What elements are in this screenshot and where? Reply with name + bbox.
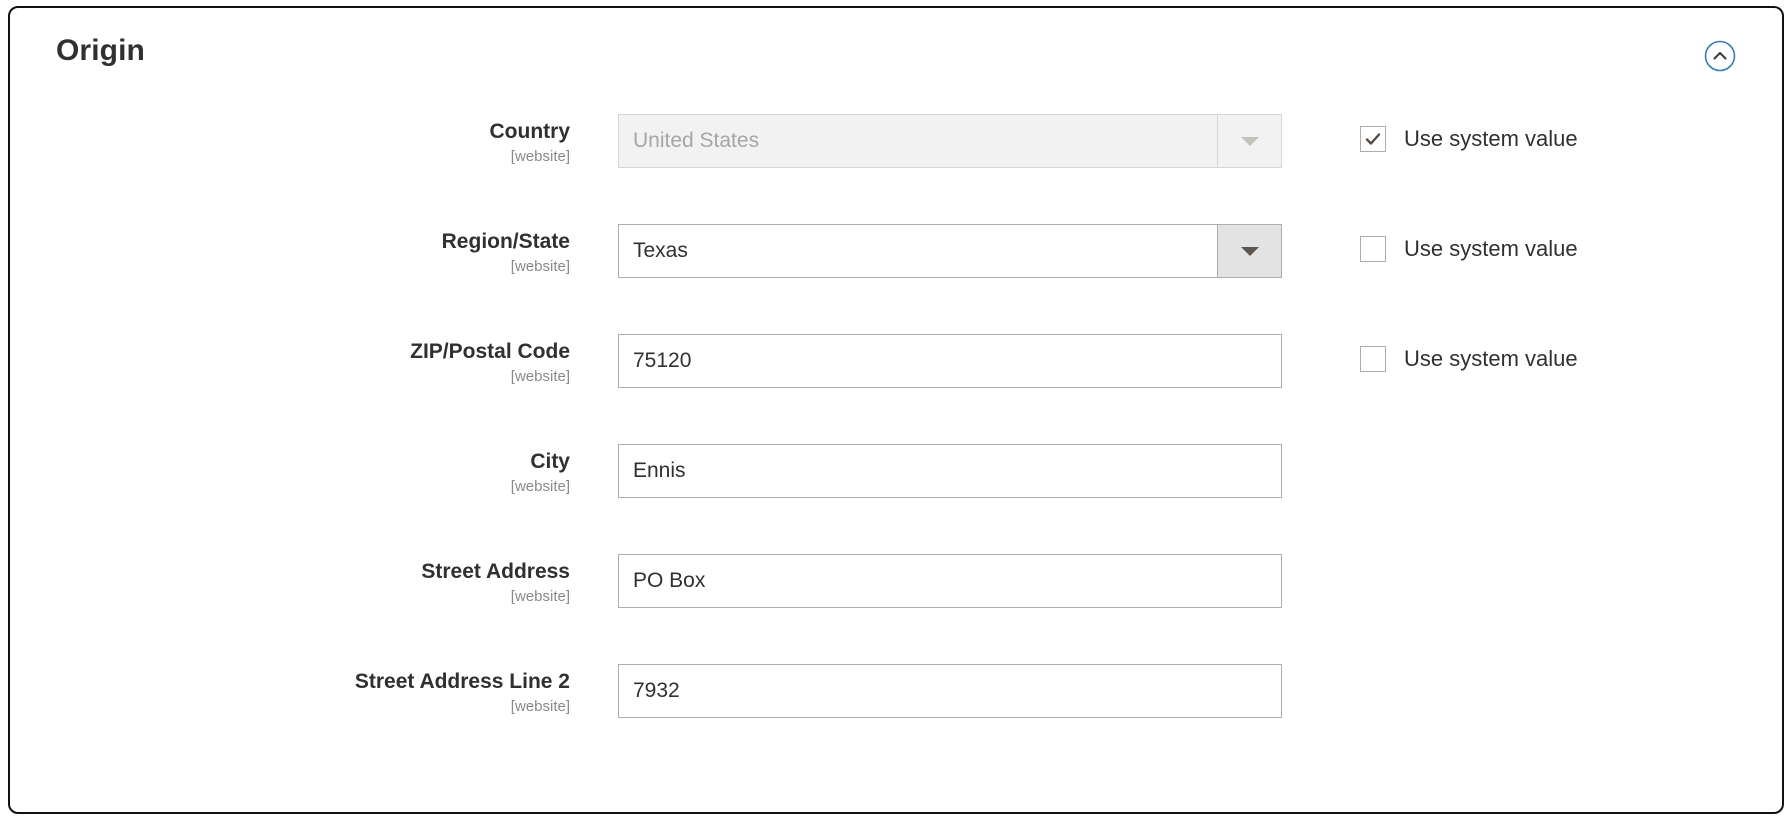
street-address-label: Street Address bbox=[421, 560, 570, 583]
field-row: City [website] bbox=[10, 434, 1782, 544]
street-address-line-2-label: Street Address Line 2 bbox=[354, 670, 570, 693]
chevron-up-circle-icon[interactable] bbox=[1704, 40, 1736, 72]
zip-postal-code-use-system-value-checkbox[interactable] bbox=[1360, 346, 1386, 372]
use-system-value-label: Use system value bbox=[1404, 236, 1578, 261]
region-state-select-value: Texas bbox=[633, 239, 688, 262]
street-address-line-2-label-group: Street Address Line 2 [website] bbox=[10, 668, 592, 718]
zip-postal-code-scope: [website] bbox=[510, 368, 570, 385]
field-row: Street Address [website] bbox=[10, 544, 1782, 654]
city-label: City bbox=[530, 450, 570, 473]
city-label-group: City [website] bbox=[10, 448, 592, 498]
region-state-use-system-value-checkbox[interactable] bbox=[1360, 236, 1386, 262]
zip-postal-code-label-group: ZIP/Postal Code [website] bbox=[10, 338, 592, 388]
country-use-system-value-checkbox[interactable] bbox=[1360, 126, 1386, 152]
city-scope: [website] bbox=[510, 478, 570, 495]
zip-postal-code-control bbox=[618, 334, 1282, 388]
origin-settings-panel: Origin Country [website] United States Use … bbox=[8, 6, 1784, 814]
zip-postal-code-use-system-value[interactable]: Use system value bbox=[1360, 346, 1578, 372]
region-state-label: Region/State bbox=[441, 230, 570, 253]
street-address-line-2-control bbox=[618, 664, 1282, 718]
street-address-input[interactable] bbox=[618, 554, 1282, 608]
country-use-system-value[interactable]: Use system value bbox=[1360, 126, 1578, 152]
field-row: ZIP/Postal Code [website] Use system value bbox=[10, 324, 1782, 434]
field-row: Region/State [website] Texas Use system val… bbox=[10, 214, 1782, 324]
chevron-down-icon bbox=[1217, 115, 1281, 167]
checkmark-icon bbox=[1365, 133, 1381, 145]
zip-postal-code-input[interactable] bbox=[618, 334, 1282, 388]
street-address-line-2-input[interactable] bbox=[618, 664, 1282, 718]
zip-postal-code-label: ZIP/Postal Code bbox=[410, 340, 570, 363]
country-select: United States bbox=[618, 114, 1282, 168]
chevron-down-icon[interactable] bbox=[1217, 225, 1281, 277]
use-system-value-label: Use system value bbox=[1404, 346, 1578, 371]
origin-form: Country [website] United States Use system … bbox=[10, 104, 1782, 764]
street-address-label-group: Street Address [website] bbox=[10, 558, 592, 608]
country-label-group: Country [website] bbox=[10, 118, 592, 168]
use-system-value-label: Use system value bbox=[1404, 126, 1578, 151]
country-select-value: United States bbox=[633, 129, 760, 152]
country-label: Country bbox=[489, 120, 571, 143]
region-state-scope: [website] bbox=[510, 258, 570, 275]
field-row: Country [website] United States Use system … bbox=[10, 104, 1782, 214]
city-input[interactable] bbox=[618, 444, 1282, 498]
page-title: Origin bbox=[56, 34, 145, 67]
street-address-line-2-scope: [website] bbox=[510, 698, 570, 715]
street-address-scope: [website] bbox=[510, 588, 570, 605]
country-scope: [website] bbox=[510, 148, 570, 165]
country-control: United States bbox=[618, 114, 1282, 168]
region-state-control: Texas bbox=[618, 224, 1282, 278]
region-state-select[interactable]: Texas bbox=[618, 224, 1282, 278]
region-state-label-group: Region/State [website] bbox=[10, 228, 592, 278]
city-control bbox=[618, 444, 1282, 498]
region-state-use-system-value[interactable]: Use system value bbox=[1360, 236, 1578, 262]
field-row: Street Address Line 2 [website] bbox=[10, 654, 1782, 764]
street-address-control bbox=[618, 554, 1282, 608]
panel-header: Origin bbox=[10, 8, 1782, 104]
